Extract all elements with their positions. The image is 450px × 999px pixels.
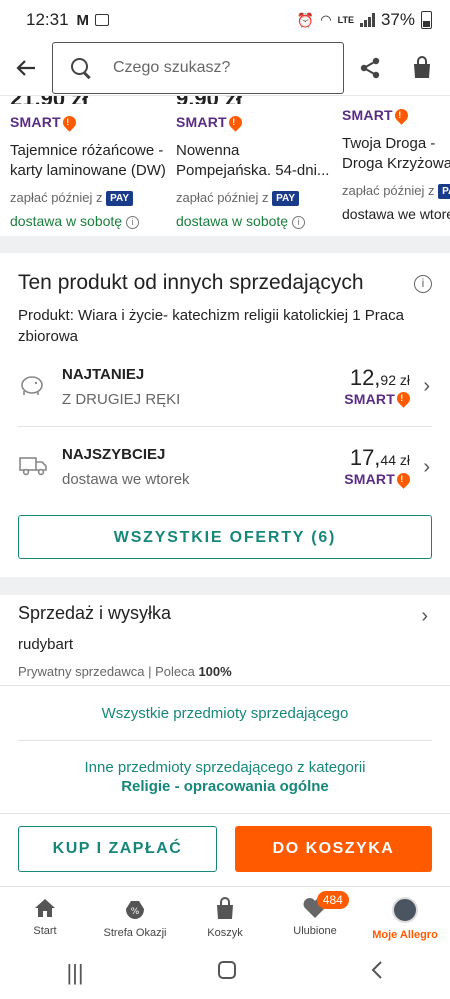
top-header: Czego szukasz?	[0, 40, 450, 96]
smart-badge: SMART	[344, 469, 413, 489]
offer-subtitle: dostawa we wtorek	[62, 471, 190, 488]
system-back-button[interactable]	[370, 960, 384, 986]
divider	[0, 813, 450, 814]
delivery-info: dostawa we wtorek	[342, 206, 450, 223]
svg-text:%: %	[131, 907, 140, 917]
chevron-right-icon: ›	[421, 605, 428, 627]
alarm-icon: ⏰	[296, 11, 315, 28]
other-sellers-section: Ten produkt od innych sprzedających i Pr…	[0, 253, 450, 559]
nav-item-start[interactable]: Start	[0, 887, 90, 946]
avatar	[392, 897, 418, 923]
offer-title: NAJTANIEJ	[62, 365, 145, 383]
system-navigation-bar: |||	[0, 946, 450, 999]
smart-badge: SMART	[176, 112, 245, 132]
gallery-icon	[95, 14, 110, 26]
all-seller-items-link[interactable]: Wszystkie przedmioty sprzedającego	[0, 705, 450, 722]
nav-item-deals[interactable]: % Strefa Okazji	[90, 887, 180, 946]
product-card[interactable]: 21,90 zł SMART Tajemnice różańcowe - kar…	[10, 96, 170, 229]
home-icon	[35, 899, 55, 917]
offer-price: 12,92 zł	[349, 364, 410, 390]
smart-badge: SMART	[344, 389, 413, 408]
nav-item-favorites[interactable]: 484 Ulubione	[270, 887, 360, 946]
divider	[0, 685, 450, 686]
gmail-icon: M	[76, 11, 90, 29]
cart-icon	[217, 897, 233, 919]
battery-percent: 37%	[380, 10, 415, 29]
product-card[interactable]: SMART Twoja Droga - Droga Krzyżowa. Ks. …	[342, 96, 450, 222]
offer-title: NAJSZYBCIEJ	[62, 446, 166, 463]
price-clipped: 21,90 zł	[10, 96, 170, 104]
seller-section[interactable]: Sprzedaż i wysyłka › rudybart Prywatny s…	[0, 595, 450, 679]
nav-item-my-allegro[interactable]: Moje Allegro	[360, 887, 450, 946]
seller-meta: Prywatny sprzedawca | Poleca 100%	[18, 664, 232, 679]
section-separator	[0, 236, 450, 253]
offer-row-cheapest[interactable]: NAJTANIEJ Z DRUGIEJ RĘKI 12,92 zł SMART …	[18, 347, 432, 427]
price-clipped: 9,90 zł	[176, 96, 336, 104]
status-time: 12:31	[26, 10, 69, 29]
favorites-count-badge: 484	[316, 891, 349, 909]
share-button[interactable]	[344, 56, 396, 80]
recommended-products-carousel: 21,90 zł SMART Tajemnice różańcowe - kar…	[0, 96, 450, 236]
battery-icon	[421, 11, 432, 29]
seller-section-title: Sprzedaż i wysyłka	[18, 603, 172, 623]
network-type: LTE	[337, 15, 354, 25]
signal-icon	[359, 13, 375, 27]
info-icon[interactable]: i	[414, 275, 432, 293]
product-title: Tajemnice różańcowe - karty laminowane (…	[10, 142, 166, 179]
info-icon: i	[125, 215, 139, 229]
piggy-bank-icon	[18, 371, 62, 402]
seller-category-link[interactable]: Inne przedmioty sprzedającego z kategori…	[0, 758, 450, 796]
search-input[interactable]: Czego szukasz?	[52, 41, 344, 94]
delivery-info: dostawa w sobotę i	[176, 213, 336, 229]
offers-heading: Ten produkt od innych sprzedających	[18, 271, 364, 294]
chevron-left-icon	[371, 960, 382, 979]
recent-apps-button[interactable]: |||	[66, 960, 83, 986]
share-icon	[360, 57, 380, 78]
all-offers-button[interactable]: WSZYSTKIE OFERTY (6)	[18, 515, 432, 559]
purchase-actions: KUP I ZAPŁAĆ DO KOSZYKA	[18, 826, 432, 872]
delivery-truck-icon	[18, 453, 62, 482]
chevron-right-icon: ›	[423, 455, 430, 478]
offers-product-name: Produkt: Wiara i życie- katechizm religi…	[18, 307, 404, 345]
offer-subtitle: Z DRUGIEJ RĘKI	[62, 390, 181, 408]
smart-badge: SMART	[342, 105, 411, 125]
add-to-cart-button[interactable]: DO KOSZYKA	[235, 826, 432, 872]
chevron-right-icon: ›	[423, 375, 430, 397]
divider	[18, 740, 432, 741]
back-button[interactable]	[0, 57, 52, 79]
arrow-left-icon	[16, 59, 35, 76]
pay-later: zapłać później z PAY	[10, 190, 170, 207]
product-title: Twoja Droga - Droga Krzyżowa. Ks. D...	[342, 135, 450, 172]
pay-later: zapłać później z PAY	[342, 183, 450, 200]
search-placeholder: Czego szukasz?	[113, 58, 231, 76]
search-icon	[71, 57, 91, 78]
status-bar: 12:31 M ⏰ ◠ LTE 37%	[0, 0, 450, 40]
seller-name: rudybart	[18, 636, 74, 653]
wifi-icon: ◠	[320, 12, 332, 27]
shopping-bag-icon	[414, 55, 430, 78]
delivery-info: dostawa w sobotę i	[10, 213, 170, 229]
offer-row-fastest[interactable]: NAJSZYBCIEJ dostawa we wtorek 17,44 zł S…	[18, 427, 432, 507]
home-square-icon	[217, 960, 236, 979]
product-title: Nowenna Pompejańska. 54-dni...	[176, 142, 330, 179]
nav-item-cart[interactable]: Koszyk	[180, 887, 270, 946]
bottom-navigation: Start % Strefa Okazji Koszyk 484 Ulubion…	[0, 886, 450, 946]
home-button[interactable]	[217, 960, 237, 986]
cart-header-button[interactable]	[396, 55, 448, 80]
info-icon: i	[291, 215, 305, 229]
buy-now-button[interactable]: KUP I ZAPŁAĆ	[18, 826, 217, 872]
smart-badge: SMART	[10, 112, 79, 132]
pay-later: zapłać później z PAY	[176, 190, 336, 207]
offer-price: 17,44 zł	[349, 445, 410, 470]
product-card[interactable]: 9,90 zł SMART Nowenna Pompejańska. 54-dn…	[176, 96, 336, 229]
section-separator	[0, 577, 450, 595]
percent-bag-icon: %	[126, 901, 144, 919]
